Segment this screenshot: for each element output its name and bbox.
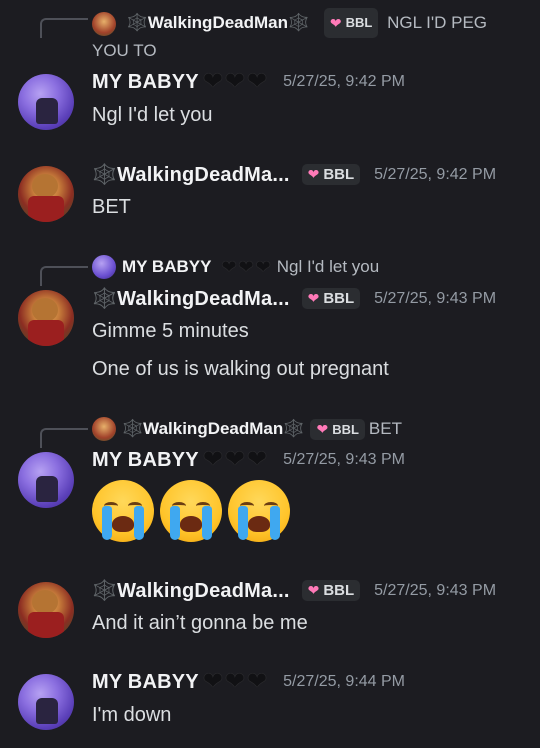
message-text: And it ain’t gonna be me [92,612,308,634]
role-tag[interactable]: ❤ BBL [301,164,361,185]
timestamp[interactable]: 5/27/25, 9:42 PM [374,166,496,184]
avatar[interactable] [18,582,74,638]
chat-log: 🕸️WalkingDeadMan🕸️ ❤ BBL NGL I'D PEG YOU … [0,0,540,748]
username[interactable]: 🕸️WalkingDeadMa... [92,162,290,187]
reply-avatar[interactable] [92,255,116,279]
reply-author[interactable]: 🕸️WalkingDeadMan🕸️ [122,419,304,439]
role-tag[interactable]: ❤ BBL [310,418,365,440]
name-hearts: ❤ ❤ ❤ [203,670,269,694]
black-heart-icon: ❤ [224,446,246,473]
message-header: 🕸️WalkingDeadMa... ❤ BBL 5/27/25, 9:43 PM [92,578,496,603]
loudly-crying-face-icon[interactable] [228,480,290,542]
reply-avatar[interactable] [92,11,116,36]
reply-preview[interactable]: 🕸️WalkingDeadMan🕸️ ❤ BBL NGL I'D PEG YOU … [92,8,522,64]
black-heart-icon: ❤ [202,668,223,695]
username[interactable]: MY BABYY [92,671,199,694]
username[interactable]: 🕸️WalkingDeadMa... [92,578,290,603]
black-heart-icon: ❤ [202,68,223,95]
reply-text: Ngl I'd let you [276,257,380,276]
name-hearts: ❤ ❤ ❤ [203,448,269,472]
message-header: 🕸️WalkingDeadMa... ❤ BBL 5/27/25, 9:42 PM [92,162,496,187]
message-header: 🕸️WalkingDeadMa... ❤ BBL 5/27/25, 9:43 PM [92,286,496,311]
black-heart-icon: ❤ [224,68,246,95]
message-header: MY BABYY ❤ ❤ ❤ 5/27/25, 9:44 PM [92,670,405,694]
emoji-message [92,480,290,542]
avatar[interactable] [18,166,74,222]
name-hearts: ❤ ❤ ❤ [221,258,272,276]
black-heart-icon: ❤ [238,257,254,277]
role-tag[interactable]: ❤ BBL [301,288,361,309]
loudly-crying-face-icon[interactable] [160,480,222,542]
message-text: Ngl I'd let you [92,104,213,126]
black-heart-icon: ❤ [224,668,246,695]
avatar[interactable] [18,74,74,130]
avatar[interactable] [18,290,74,346]
timestamp[interactable]: 5/27/25, 9:43 PM [283,451,405,469]
message-header: MY BABYY ❤ ❤ ❤ 5/27/25, 9:42 PM [92,70,405,94]
username[interactable]: MY BABYY [92,449,199,472]
reply-preview[interactable]: 🕸️WalkingDeadMan🕸️ ❤ BBL BET [92,417,402,441]
reply-avatar[interactable] [92,417,116,441]
pink-heart-icon: ❤ [307,290,320,306]
loudly-crying-face-icon[interactable] [92,480,154,542]
black-heart-icon: ❤ [247,446,268,473]
role-tag[interactable]: ❤ BBL [323,8,379,38]
avatar[interactable] [18,452,74,508]
pink-heart-icon: ❤ [307,582,320,598]
role-tag[interactable]: ❤ BBL [301,580,361,601]
message-text: I'm down [92,704,172,726]
pink-heart-icon: ❤ [316,420,329,437]
avatar[interactable] [18,674,74,730]
username[interactable]: MY BABYY [92,71,199,94]
reply-connector [40,18,88,38]
username[interactable]: 🕸️WalkingDeadMa... [92,286,290,311]
black-heart-icon: ❤ [247,68,268,95]
black-heart-icon: ❤ [221,257,237,277]
message-header: MY BABYY ❤ ❤ ❤ 5/27/25, 9:43 PM [92,448,405,472]
reply-connector [40,266,88,286]
timestamp[interactable]: 5/27/25, 9:44 PM [283,673,405,691]
pink-heart-icon: ❤ [307,166,320,182]
message-text: BET [92,196,131,218]
reply-preview[interactable]: MY BABYY ❤ ❤ ❤ Ngl I'd let you [92,255,380,279]
reply-author[interactable]: MY BABYY [122,257,211,277]
timestamp[interactable]: 5/27/25, 9:43 PM [374,290,496,308]
timestamp[interactable]: 5/27/25, 9:42 PM [283,73,405,91]
message-text: One of us is walking out pregnant [92,358,389,380]
pink-heart-icon: ❤ [329,15,342,31]
black-heart-icon: ❤ [202,446,223,473]
reply-author[interactable]: 🕸️WalkingDeadMan🕸️ [127,13,309,32]
name-hearts: ❤ ❤ ❤ [203,70,269,94]
black-heart-icon: ❤ [247,668,268,695]
timestamp[interactable]: 5/27/25, 9:43 PM [374,582,496,600]
message-text: Gimme 5 minutes [92,320,249,342]
reply-connector [40,428,88,448]
reply-text: BET [368,419,402,438]
black-heart-icon: ❤ [255,257,271,277]
